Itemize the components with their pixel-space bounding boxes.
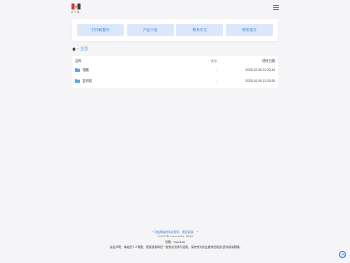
footer-copyright: © 2025 豆丁猫 · Powered by ZFile · 技术支持 [156, 236, 194, 239]
folder-icon [75, 67, 80, 72]
nav-card: 打印和复印 产品介绍 联系中文 联系英文 [72, 19, 278, 41]
file-name[interactable]: 复印机 [83, 78, 93, 83]
footer-admin[interactable]: 管理：OpenList [165, 240, 185, 244]
scroll-top-button[interactable] [339, 251, 346, 258]
footer: * 可在网站搜索关键字，搜索资源。 * © 2025 豆丁猫 · Powered… [0, 230, 350, 249]
table-header: 名称 大小 修改日期 [72, 56, 278, 64]
nav-button-products[interactable]: 产品介绍 [126, 24, 174, 36]
header: 豆 丁 猫 [71, 0, 279, 15]
dog-logo-icon [71, 3, 81, 10]
nav-button-contact-cn[interactable]: 联系中文 [176, 24, 224, 36]
table-row[interactable]: 电脑 - 2025-10-06 21:20:34 [72, 64, 278, 75]
nav-button-contact-en[interactable]: 联系英文 [225, 24, 273, 36]
table-row[interactable]: 复印机 - 2025-10-06 12:20:26 [72, 75, 278, 86]
nav-button-print[interactable]: 打印和复印 [77, 24, 124, 36]
header-date[interactable]: 修改日期 [217, 58, 275, 63]
chevron-up-icon [340, 253, 345, 256]
header-size[interactable]: 大小 [175, 58, 217, 63]
menu-icon[interactable] [273, 5, 279, 10]
file-date: 2025-10-06 21:20:34 [245, 67, 275, 72]
header-name[interactable]: 名称 [75, 58, 175, 63]
breadcrumb: › 主页 [72, 45, 88, 52]
file-name[interactable]: 电脑 [83, 67, 89, 72]
file-size: - [215, 67, 217, 72]
folder-icon [75, 78, 80, 83]
footer-notice: * 可在网站搜索关键字，搜索资源。 * [152, 230, 198, 234]
file-date: 2025-10-06 12:20:26 [245, 78, 275, 83]
logo-text: 豆 丁 猫 [71, 12, 80, 15]
breadcrumb-home[interactable]: 主页 [80, 46, 88, 52]
footer-star-right: * [196, 230, 198, 234]
logo[interactable]: 豆 丁 猫 [71, 3, 81, 15]
file-table: 名称 大小 修改日期 电脑 - 2025-10-06 21:20:34 复印机 … [72, 56, 278, 88]
footer-disclaimer: 免责声明：本站仅个人网盘，所提供资料仅一些供交流学习使用，请勿作为商业或非法用途… [109, 245, 241, 250]
home-icon [72, 46, 76, 51]
file-size: - [215, 78, 217, 83]
footer-notice-text: 可在网站搜索关键字，搜索资源。 [154, 230, 196, 234]
breadcrumb-separator: › [77, 46, 79, 51]
